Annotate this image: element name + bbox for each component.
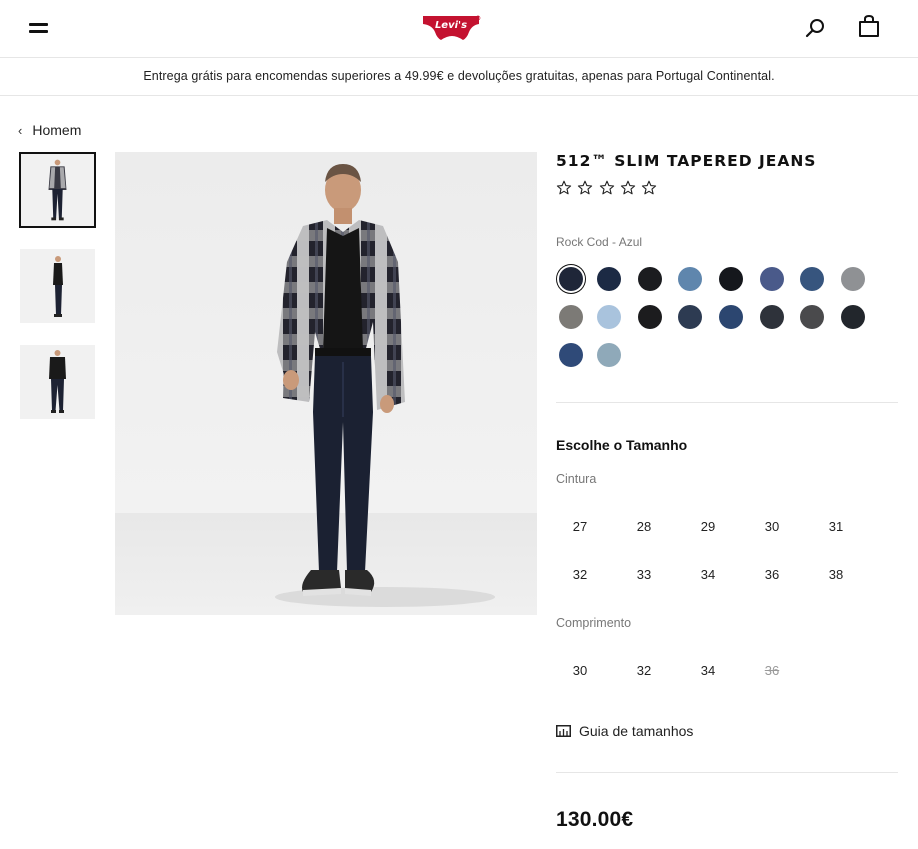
svg-text:Levi's: Levi's <box>435 20 467 31</box>
product-title: 512™ SLIM TAPERED JEANS <box>556 152 817 170</box>
color-swatch[interactable] <box>800 305 824 329</box>
ruler-icon <box>556 725 571 737</box>
star-icon[interactable] <box>599 180 615 196</box>
chevron-left-icon: ‹ <box>18 122 23 138</box>
size-guide-link[interactable]: Guia de tamanhos <box>556 723 693 739</box>
waist-label: Cintura <box>556 472 597 486</box>
product-main-image[interactable] <box>115 152 537 615</box>
selected-color-name: Rock Cod - Azul <box>556 235 643 249</box>
divider <box>556 772 898 773</box>
waist-size-option[interactable]: 34 <box>683 560 733 590</box>
length-size-option: 36 <box>764 663 780 678</box>
breadcrumb[interactable]: ‹ Homem <box>18 122 81 138</box>
color-swatch[interactable] <box>841 267 865 291</box>
promo-banner: Entrega grátis para encomendas superiore… <box>0 58 918 96</box>
color-swatch[interactable] <box>841 305 865 329</box>
divider <box>556 402 898 403</box>
color-swatch[interactable] <box>559 343 583 367</box>
waist-size-option[interactable]: 27 <box>555 512 605 542</box>
thumbnail-side-view[interactable] <box>20 249 95 323</box>
search-icon[interactable] <box>805 17 827 39</box>
star-icon[interactable] <box>620 180 636 196</box>
color-swatch[interactable] <box>760 305 784 329</box>
color-swatch[interactable] <box>760 267 784 291</box>
waist-size-option[interactable]: 30 <box>747 512 797 542</box>
star-icon[interactable] <box>556 180 572 196</box>
length-label: Comprimento <box>556 616 632 630</box>
waist-size-option[interactable]: 33 <box>619 560 669 590</box>
thumbnail-front-view[interactable] <box>19 152 96 228</box>
size-heading: Escolhe o Tamanho <box>556 437 688 453</box>
size-guide-label: Guia de tamanhos <box>579 723 694 739</box>
star-icon[interactable] <box>577 180 593 196</box>
color-swatch[interactable] <box>638 305 662 329</box>
length-size-option[interactable]: 30 <box>555 656 605 686</box>
star-icon[interactable] <box>641 180 657 196</box>
shopping-bag-icon[interactable] <box>857 14 881 38</box>
waist-size-option[interactable]: 38 <box>811 560 861 590</box>
levis-logo[interactable]: Levi's <box>422 14 482 42</box>
hamburger-menu-icon[interactable] <box>29 20 49 36</box>
thumbnail-back-view[interactable] <box>20 345 95 419</box>
waist-size-option[interactable]: 31 <box>811 512 861 542</box>
waist-size-option[interactable]: 36 <box>747 560 797 590</box>
color-swatch[interactable] <box>678 305 702 329</box>
product-price: 130.00€ <box>556 808 634 831</box>
color-swatch[interactable] <box>597 305 621 329</box>
color-swatch[interactable] <box>559 305 583 329</box>
waist-size-option[interactable]: 28 <box>619 512 669 542</box>
rating-stars[interactable] <box>556 180 662 196</box>
length-size-option[interactable]: 34 <box>683 656 733 686</box>
color-swatch[interactable] <box>678 267 702 291</box>
color-swatch[interactable] <box>559 267 583 291</box>
color-swatch[interactable] <box>597 267 621 291</box>
color-swatch[interactable] <box>719 305 743 329</box>
color-swatch[interactable] <box>800 267 824 291</box>
waist-size-option[interactable]: 32 <box>555 560 605 590</box>
site-header: Levi's <box>0 0 918 58</box>
waist-size-option[interactable]: 29 <box>683 512 733 542</box>
color-swatch[interactable] <box>719 267 743 291</box>
color-swatch[interactable] <box>638 267 662 291</box>
length-size-option[interactable]: 32 <box>619 656 669 686</box>
breadcrumb-label: Homem <box>32 122 82 138</box>
color-swatch[interactable] <box>597 343 621 367</box>
